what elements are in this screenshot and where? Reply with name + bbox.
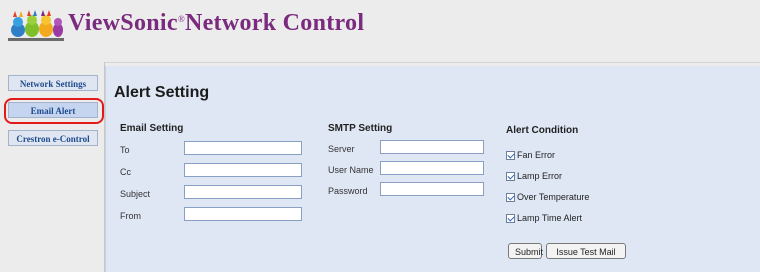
over-temperature-label: Over Temperature: [517, 192, 590, 202]
birds-logo-icon: [8, 10, 64, 41]
fan-error-option[interactable]: Fan Error: [506, 150, 555, 160]
server-label: Server: [328, 144, 355, 154]
lamp-error-label: Lamp Error: [517, 171, 563, 181]
over-temperature-checkbox[interactable]: [506, 192, 515, 202]
subject-field[interactable]: [184, 185, 302, 199]
selection-highlight: [4, 98, 104, 124]
lamp-error-checkbox[interactable]: [506, 171, 515, 181]
fan-error-checkbox[interactable]: [506, 150, 515, 160]
alert-condition-title: Alert Condition: [506, 125, 579, 136]
sidebar: Network Settings Email Alert Crestron e-…: [0, 62, 105, 272]
registered-mark: ®: [177, 14, 185, 24]
user-name-field[interactable]: [380, 161, 484, 175]
brand-name: ViewSonic: [68, 10, 178, 36]
lamp-time-alert-label: Lamp Time Alert: [517, 213, 583, 223]
fan-error-label: Fan Error: [517, 150, 556, 160]
submit-button[interactable]: Submit: [508, 243, 543, 259]
issue-test-mail-button[interactable]: Issue Test Mail: [546, 243, 626, 259]
app-header: ViewSonic®Network Control: [0, 0, 760, 63]
brand-suffix: Network Control: [184, 10, 365, 36]
alert-setting-panel: Alert Setting Email Setting To Cc Subjec…: [105, 66, 760, 272]
smtp-setting-title: SMTP Setting: [328, 123, 393, 134]
password-field[interactable]: [380, 182, 484, 196]
user-name-label: User Name: [328, 165, 374, 175]
cc-label: Cc: [120, 167, 131, 177]
cc-field[interactable]: [184, 163, 302, 177]
lamp-error-option[interactable]: Lamp Error: [506, 171, 562, 181]
to-label: To: [120, 145, 130, 155]
lamp-time-alert-checkbox[interactable]: [506, 213, 515, 223]
lamp-time-alert-option[interactable]: Lamp Time Alert: [506, 213, 582, 223]
brand-title: ViewSonic®Network Control: [68, 10, 364, 37]
password-label: Password: [328, 186, 368, 196]
page-title: Alert Setting: [114, 84, 210, 101]
from-label: From: [120, 211, 141, 221]
email-setting-title: Email Setting: [120, 123, 184, 134]
to-field[interactable]: [184, 141, 302, 155]
sidebar-item-crestron-e-control[interactable]: Crestron e-Control: [8, 130, 98, 146]
sidebar-item-network-settings[interactable]: Network Settings: [8, 75, 98, 91]
from-field[interactable]: [184, 207, 302, 221]
server-field[interactable]: [380, 140, 484, 154]
over-temperature-option[interactable]: Over Temperature: [506, 192, 589, 202]
subject-label: Subject: [120, 189, 151, 199]
